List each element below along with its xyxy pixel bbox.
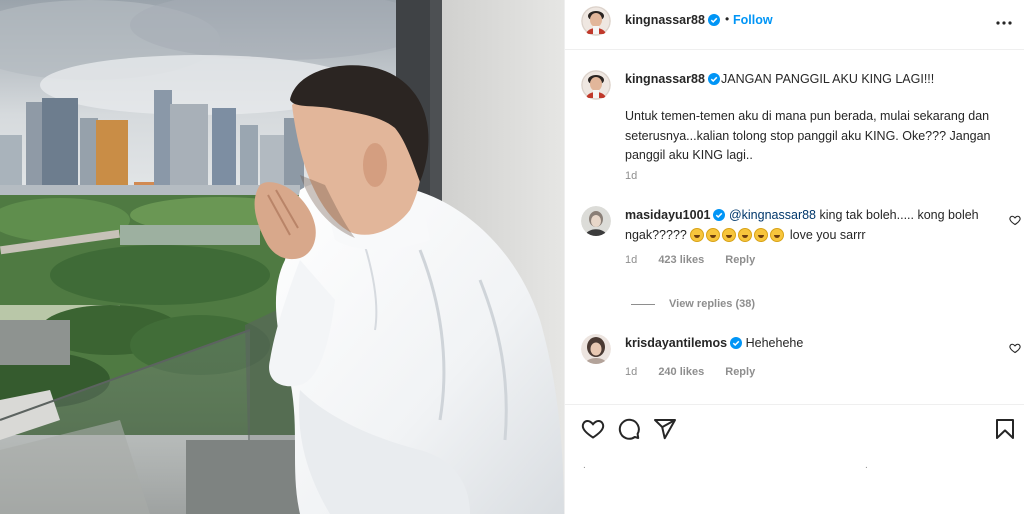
commenter-avatar[interactable] <box>581 334 611 364</box>
bottom-dot: . <box>865 460 868 471</box>
caption-avatar[interactable] <box>581 70 611 100</box>
more-options-icon[interactable] <box>995 14 1013 32</box>
laughing-emoji-icon <box>738 228 753 242</box>
comment-mention[interactable]: @kingnassar88 <box>729 208 816 222</box>
caption-body: Untuk temen-temen aku di mana pun berada… <box>625 109 991 162</box>
like-comment-heart-icon[interactable] <box>1009 214 1021 226</box>
comment-timestamp[interactable]: 1d <box>625 366 637 378</box>
laughing-emoji-icon <box>706 228 721 242</box>
comment-body: Hehehehe <box>745 336 804 350</box>
follow-button[interactable]: Follow <box>733 13 773 27</box>
comment-likes[interactable]: 423 likes <box>658 254 704 266</box>
replies-divider <box>631 303 655 305</box>
share-icon[interactable] <box>653 417 677 441</box>
comment-body-end: love you sarrr <box>789 228 866 242</box>
verified-badge-icon <box>730 336 743 354</box>
post-header: kingnassar88 • Follow <box>565 0 1024 50</box>
author-avatar[interactable] <box>581 6 611 36</box>
bookmark-icon[interactable] <box>993 417 1017 441</box>
verified-badge-icon <box>707 73 720 88</box>
reply-button[interactable]: Reply <box>725 254 755 266</box>
laughing-emoji-icon <box>722 228 737 242</box>
verified-badge-icon <box>707 14 720 29</box>
caption-timestamp[interactable]: 1d <box>625 170 637 182</box>
comment-likes[interactable]: 240 likes <box>658 366 704 378</box>
post-photo <box>0 0 564 514</box>
comment-timestamp[interactable]: 1d <box>625 254 637 266</box>
caption-username[interactable]: kingnassar88 <box>625 72 720 88</box>
laughing-emoji-icon <box>690 228 705 242</box>
post-actions-bar <box>565 404 1024 454</box>
like-comment-heart-icon[interactable] <box>1009 342 1021 354</box>
comment-text: masidayu1001 @kingnassar88 king tak bole… <box>625 206 991 244</box>
comment-icon[interactable] <box>617 417 641 441</box>
laughing-emoji-icon <box>754 228 769 242</box>
verified-badge-icon <box>713 208 726 226</box>
reply-button[interactable]: Reply <box>725 366 755 378</box>
heart-icon[interactable] <box>581 417 605 441</box>
caption-username-text[interactable]: kingnassar88 <box>625 72 705 86</box>
commenter-username[interactable]: masidayu1001 <box>625 208 710 222</box>
instagram-post: kingnassar88 • Follow kingnassar88 JANGA… <box>0 0 1024 514</box>
separator-dot: • <box>725 12 730 26</box>
comment-meta: 1d 423 likes Reply <box>625 254 773 266</box>
laughing-emoji-icon <box>770 228 785 242</box>
bottom-dot: . <box>583 460 586 471</box>
commenter-username[interactable]: krisdayantilemos <box>625 336 727 350</box>
comment-text: krisdayantilemos Hehehehe <box>625 334 991 354</box>
author-username-text[interactable]: kingnassar88 <box>625 13 705 27</box>
view-replies-button[interactable]: View replies (38) <box>631 298 755 310</box>
commenter-avatar[interactable] <box>581 206 611 236</box>
comment-meta: 1d 240 likes Reply <box>625 366 773 378</box>
caption-title: JANGAN PANGGIL AKU KING LAGI!!! <box>721 72 935 86</box>
post-sidebar: kingnassar88 • Follow kingnassar88 JANGA… <box>564 0 1024 514</box>
author-username[interactable]: kingnassar88 <box>625 13 720 29</box>
view-replies-label[interactable]: View replies (38) <box>669 298 755 310</box>
